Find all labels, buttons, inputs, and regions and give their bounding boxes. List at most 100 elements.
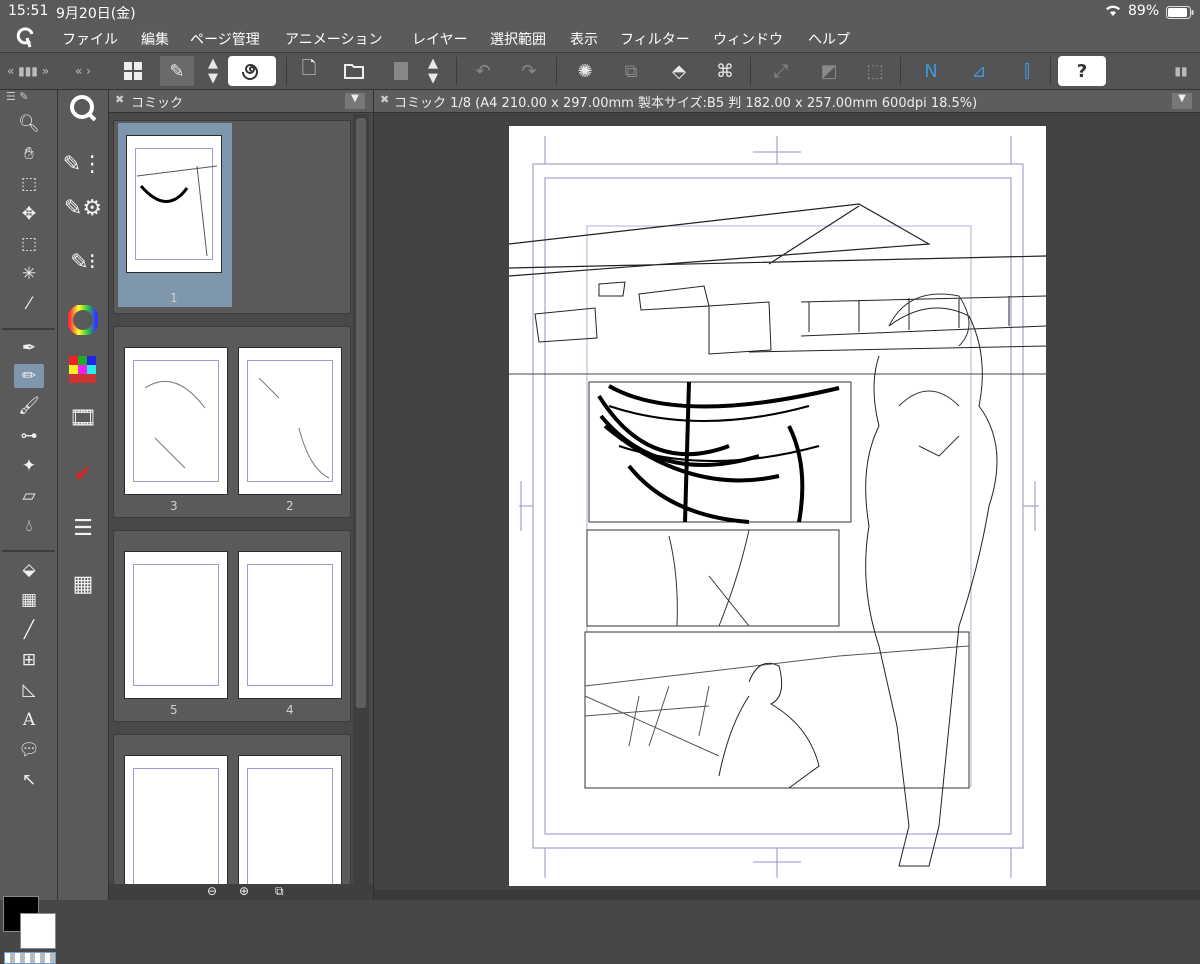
canvas-tab[interactable]: ✖ コミック 1/8 (A4 210.00 x 297.00mm 製本サイズ:B… [374, 90, 1200, 113]
battery-percent: 89% [1128, 3, 1160, 19]
collapse-left-icon[interactable]: « ▮▮▮ » [0, 56, 56, 86]
eyedropper-icon[interactable]: ⁄ [14, 292, 44, 316]
close-icon[interactable]: ✖ [380, 93, 389, 106]
fill-bucket-icon[interactable]: ⬘ [662, 56, 696, 86]
airbrush-icon[interactable]: ⊶ [14, 424, 44, 448]
chevron-down-icon[interactable]: ▼ [1172, 93, 1192, 109]
hand-icon[interactable]: ✋︎ [14, 142, 44, 166]
redo-icon[interactable]: ↷ [512, 56, 546, 86]
open-folder-icon[interactable] [338, 56, 372, 86]
menu-window[interactable]: ウィンドウ [713, 29, 783, 49]
tool-property-icon[interactable]: ✎⚙ [64, 190, 102, 226]
loading-dots-icon[interactable]: ✺ [568, 56, 602, 86]
zoom-icon[interactable]: 🔍︎ [14, 112, 44, 136]
frame-border-icon[interactable]: ⊞ [14, 648, 44, 672]
toolbar-divider [750, 57, 751, 85]
brush-size-icon[interactable]: ✎⁝ [65, 244, 101, 280]
chevron-down-icon[interactable]: ▼ [345, 93, 365, 109]
selection-icon[interactable]: ⬚ [14, 232, 44, 256]
material-icon[interactable]: ▦ [65, 566, 101, 602]
fit-page-icon[interactable]: ⧉ [275, 884, 284, 899]
thumbnail-frame [247, 768, 333, 890]
menu-filter[interactable]: フィルター [620, 29, 690, 49]
pencil-icon[interactable]: ✏ [14, 364, 44, 388]
free-transform-icon[interactable]: ⌘ [708, 56, 742, 86]
close-icon[interactable]: ✖ [115, 93, 124, 106]
app-logo-icon[interactable] [14, 27, 40, 49]
fill-selection-icon[interactable]: ◩ [812, 56, 846, 86]
balloon-icon[interactable]: 💬︎ [14, 738, 44, 762]
help-icon[interactable]: ? [1058, 56, 1106, 86]
page-manager-panel: ✖ コミック ▼ 1 3 2 5 4 ⊖ ⊕ ⧉ [109, 90, 374, 900]
color-set-icon[interactable] [65, 352, 101, 388]
selection-border-icon[interactable]: ⬚ [858, 56, 892, 86]
sub-tool-icon[interactable]: ✎⋮ [63, 146, 103, 182]
canvas-area: ✖ コミック 1/8 (A4 210.00 x 297.00mm 製本サイズ:B… [374, 90, 1200, 900]
transform-icon[interactable]: ⧉ [614, 56, 648, 86]
navigator-icon[interactable] [65, 90, 101, 126]
save-icon[interactable] [384, 56, 418, 86]
panel-switch-icon[interactable]: « › [58, 56, 108, 86]
toolbar-divider [556, 57, 557, 85]
palette-menu-icon[interactable]: ☰ ✎ [6, 90, 29, 103]
status-date: 9月20日(金) [56, 6, 136, 22]
check-icon[interactable]: ✔ [65, 456, 101, 492]
pen-icon[interactable]: ✒ [14, 336, 44, 360]
auto-select-icon[interactable]: ✳ [14, 262, 44, 286]
page-thumbnail-5[interactable] [124, 551, 228, 699]
collapse-right-icon[interactable]: ▮▮ [1166, 56, 1196, 86]
page-thumbnail[interactable] [124, 755, 228, 891]
swirl-icon[interactable] [228, 56, 276, 86]
zoom-in-icon[interactable]: ⊕ [239, 884, 249, 898]
page-thumbnail-1[interactable] [126, 135, 222, 273]
move-layer-icon[interactable]: ✥ [14, 202, 44, 226]
status-bar: 15:51 9月20日(金) 89% [0, 0, 1200, 24]
edit-page-icon[interactable]: ✎ [160, 56, 194, 86]
menu-help[interactable]: ヘルプ [808, 29, 850, 49]
background-color-swatch[interactable] [20, 913, 56, 949]
menu-layer[interactable]: レイヤー [412, 29, 468, 49]
blend-icon[interactable]: 💧︎ [14, 514, 44, 538]
color-wheel-icon[interactable] [65, 302, 101, 338]
menu-edit[interactable]: 編集 [141, 29, 169, 49]
eraser-icon[interactable]: ▱ [14, 484, 44, 508]
canvas-horizontal-scrollbar[interactable] [374, 890, 1200, 900]
fill-icon[interactable]: ⬙ [14, 558, 44, 582]
operation-icon[interactable]: ⬚ [14, 172, 44, 196]
zoom-out-icon[interactable]: ⊖ [207, 884, 217, 898]
brush-icon[interactable]: 🖌︎ [14, 394, 44, 418]
menu-animation[interactable]: アニメーション [285, 29, 382, 49]
new-file-icon[interactable]: 🗋 [292, 56, 326, 86]
canvas-page[interactable] [508, 126, 1047, 886]
correct-line-icon[interactable]: ↖ [14, 768, 44, 792]
figure-icon[interactable]: ╱ [14, 618, 44, 642]
grid-snap-icon[interactable]: ⫿ [1010, 56, 1044, 86]
command-palette: ✎⋮ ✎⚙ ✎⁝ 🎞︎ ✔ ☰ ▦ [58, 90, 109, 900]
grid-view-icon[interactable] [116, 56, 150, 86]
scrollbar-thumb[interactable] [356, 118, 366, 708]
arrange-up-down-icon[interactable]: ▲ ▼ [420, 56, 446, 86]
clear-selection-icon[interactable]: ⤢ [764, 56, 798, 86]
decoration-icon[interactable]: ✦ [14, 454, 44, 478]
menu-page-management[interactable]: ページ管理 [190, 29, 260, 49]
page-thumbnail-3[interactable] [124, 347, 228, 495]
animation-timeline-icon[interactable]: 🎞︎ [65, 400, 101, 436]
gradient-icon[interactable]: ▦ [14, 588, 44, 612]
ruler-snap-icon[interactable]: N [914, 56, 948, 86]
ruler-icon[interactable]: ◺ [14, 678, 44, 702]
transparent-color-swatch[interactable] [4, 952, 56, 964]
toolbar-divider [456, 57, 457, 85]
undo-icon[interactable]: ↶ [466, 56, 500, 86]
menu-selection[interactable]: 選択範囲 [490, 29, 546, 49]
menu-file[interactable]: ファイル [62, 29, 118, 49]
page-up-down-icon[interactable]: ▲ ▼ [200, 56, 226, 86]
page-thumbnail[interactable] [238, 755, 342, 891]
toolbar-divider [900, 57, 901, 85]
menu-view[interactable]: 表示 [570, 29, 598, 49]
text-icon[interactable]: A [14, 708, 44, 732]
page-thumbnail-2[interactable] [238, 347, 342, 495]
page-panel-scrollbar[interactable] [353, 114, 369, 890]
layer-icon[interactable]: ☰ [65, 510, 101, 546]
special-ruler-snap-icon[interactable]: ⊿ [962, 56, 996, 86]
page-thumbnail-4[interactable] [238, 551, 342, 699]
